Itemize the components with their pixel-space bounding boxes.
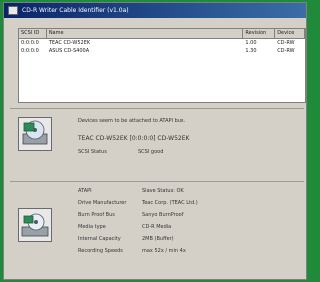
cell-scsi-id: 0:0:0:0 [21, 40, 39, 46]
app-window: CD-R Writer Cable Identifier (v1.0a) SCS… [3, 2, 307, 280]
field-value-burn-proof: Sanyo BurnProof [142, 212, 184, 218]
cd-drive-icon [18, 117, 52, 151]
field-label-burn-proof: Burn Proof Bus [78, 212, 115, 218]
field-label-atapi: ATAPI [78, 188, 92, 194]
column-header-device[interactable]: Device [275, 29, 305, 38]
title-bar[interactable]: CD-R Writer Cable Identifier (v1.0a) [4, 3, 306, 18]
column-header-name[interactable]: Name [47, 29, 244, 38]
window-title: CD-R Writer Cable Identifier (v1.0a) [22, 7, 129, 14]
cell-device: CD-RW [277, 40, 295, 46]
field-value-capacity: 2MB (Buffer) [142, 236, 174, 242]
field-label-speeds: Recording Speeds [78, 248, 123, 254]
cell-revision: 1.30 [245, 48, 257, 54]
cell-revision: 1.00 [245, 40, 257, 46]
status-value: SCSI good [138, 149, 164, 155]
device-summary-section: Devices seem to be attached to ATAPI bus… [10, 108, 304, 177]
field-label-capacity: Internal Capacity [78, 236, 121, 242]
cell-name: ASUS CD-S400A [48, 48, 90, 54]
field-label-manufacturer: Drive Manufacturer [78, 200, 127, 206]
device-identifier: TEAC CD-W52EK [0:0:0:0] CD-W52EK [78, 135, 190, 142]
cell-device: CD-RW [277, 48, 295, 54]
device-list[interactable]: SCSI ID Name Revision Device 0:0:0:0 TEA… [18, 28, 306, 103]
device-list-header: SCSI ID Name Revision Device [19, 29, 305, 39]
table-row[interactable]: 0:0:0:0 TEAC CD-W52EK 1.00 CD-RW [19, 39, 305, 47]
field-value-atapi: Slave Status: OK [142, 188, 184, 194]
field-label-media-type: Media type [78, 224, 106, 230]
field-value-media-type: CD-R Media [142, 224, 172, 230]
bus-caption: Devices seem to be attached to ATAPI bus… [78, 118, 186, 124]
cd-media-icon [18, 208, 52, 242]
column-header-revision[interactable]: Revision [243, 29, 276, 38]
drive-details-section: ATAPI Slave Status: OK Drive Manufacture… [10, 181, 304, 270]
cell-scsi-id: 0:0:0:0 [21, 48, 39, 54]
app-icon [8, 6, 18, 15]
column-header-scsi-id[interactable]: SCSI ID [19, 29, 47, 38]
status-label: SCSI Status [78, 149, 107, 155]
field-value-speeds: max 52x / min 4x [142, 248, 186, 254]
table-row[interactable]: 0:0:0:0 ASUS CD-S400A 1.30 CD-RW [19, 47, 305, 55]
field-value-manufacturer: Teac Corp. (TEAC Ltd.) [142, 200, 198, 206]
cell-name: TEAC CD-W52EK [48, 40, 91, 46]
